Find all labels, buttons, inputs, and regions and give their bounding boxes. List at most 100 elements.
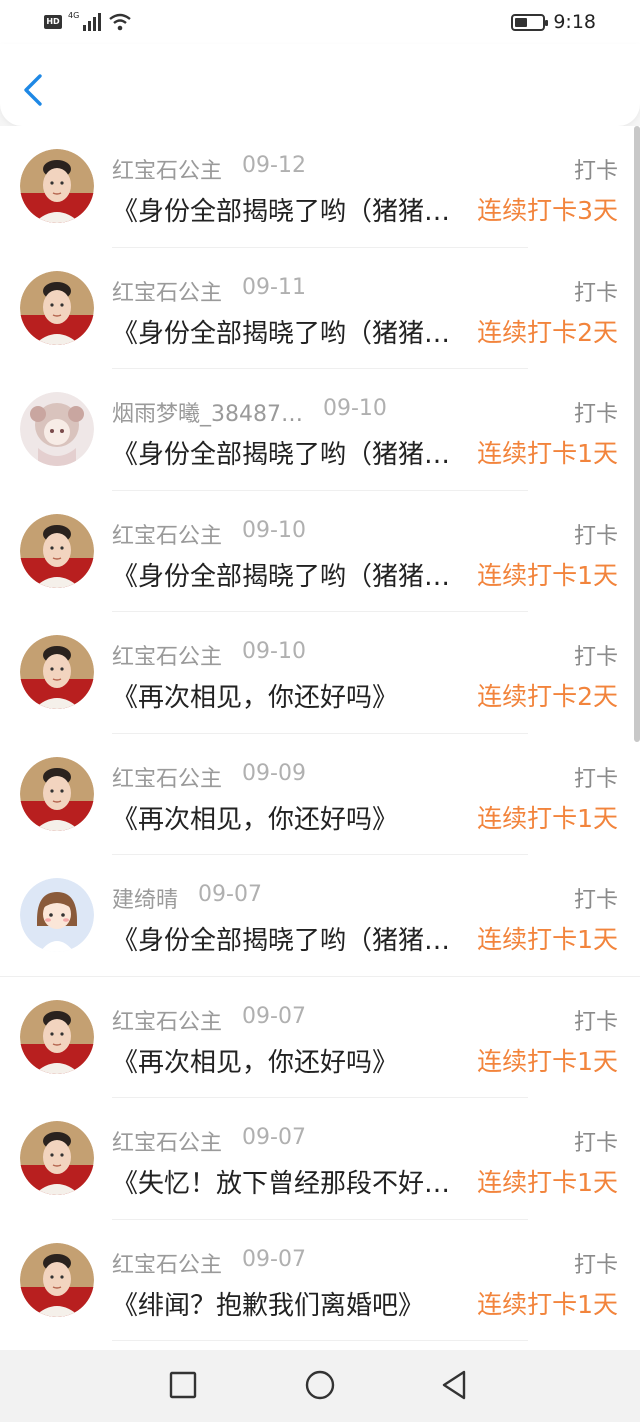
system-navigation-bar xyxy=(0,1350,640,1422)
battery-level xyxy=(515,17,527,27)
recents-button[interactable] xyxy=(166,1368,200,1402)
post-date: 09-10 xyxy=(242,517,306,543)
post-date: 09-07 xyxy=(242,1246,306,1272)
list-item[interactable]: 红宝石公主 09-07 打卡《绯闻？抱歉我们离婚吧》 连续打卡1天 xyxy=(0,1220,640,1342)
streak-label: 连续打卡1天 xyxy=(477,925,618,954)
item-meta: 红宝石公主 09-12 xyxy=(112,153,306,185)
story-title[interactable]: 《身份全部揭晓了哟（猪猪侠不是坏人）》 xyxy=(112,920,468,957)
checkin-type-label: 打卡 xyxy=(573,1131,618,1156)
item-meta: 红宝石公主 09-10 xyxy=(112,639,306,671)
hd-badge: HD xyxy=(44,15,62,29)
story-title[interactable]: 《再次相见，你还好吗》 xyxy=(112,799,468,836)
avatar-princess[interactable] xyxy=(20,756,94,831)
checkin-type-label: 打卡 xyxy=(573,159,618,184)
streak-label: 连续打卡1天 xyxy=(477,560,618,590)
avatar-princess[interactable] xyxy=(20,1242,94,1317)
story-title[interactable]: 《绯闻？抱歉我们离婚吧》 xyxy=(112,1285,468,1322)
status-bar: HD 4G 9:18 xyxy=(0,0,640,44)
checkin-type-label: 打卡 xyxy=(573,523,618,549)
avatar-cartoon-girl[interactable] xyxy=(20,878,94,952)
circle-icon xyxy=(305,1370,335,1400)
post-date: 09-07 xyxy=(242,1003,306,1029)
item-meta: 红宝石公主 09-10 xyxy=(112,518,306,550)
username[interactable]: 红宝石公主 xyxy=(112,1125,222,1157)
list-item[interactable]: 红宝石公主 09-07 打卡《失忆！放下曾经那段不好的回忆》连续打卡1天 xyxy=(0,1098,640,1220)
status-left: HD 4G xyxy=(44,11,132,33)
streak-label: 连续打卡1天 xyxy=(477,803,618,833)
username[interactable]: 红宝石公主 xyxy=(112,1247,222,1279)
post-date: 09-11 xyxy=(242,274,306,300)
status-right: 9:18 xyxy=(511,10,596,34)
network-type: 4G xyxy=(68,10,80,20)
battery-icon xyxy=(511,13,549,31)
item-meta: 建绮晴 09-07 xyxy=(112,882,262,914)
avatar-princess[interactable] xyxy=(20,513,94,588)
item-meta: 红宝石公主 09-11 xyxy=(112,275,306,307)
list-item[interactable]: 红宝石公主 09-07 打卡《再次相见，你还好吗》 连续打卡1天 xyxy=(0,977,640,1099)
story-title[interactable]: 《再次相见，你还好吗》 xyxy=(112,677,468,714)
story-title[interactable]: 《身份全部揭晓了哟（猪猪侠不是坏人）》 xyxy=(112,434,468,471)
post-date: 09-10 xyxy=(323,396,387,421)
status-time: 9:18 xyxy=(553,11,596,33)
checkin-type-label: 打卡 xyxy=(573,280,618,306)
post-date: 09-07 xyxy=(242,1125,306,1150)
avatar-princess[interactable] xyxy=(20,270,94,345)
item-meta: 烟雨梦曦_38487… 09-10 xyxy=(112,396,387,428)
checkin-type-label: 打卡 xyxy=(573,888,618,913)
checkin-type-label: 打卡 xyxy=(573,645,618,670)
checkin-type-label: 打卡 xyxy=(573,1009,618,1035)
item-meta: 红宝石公主 09-07 xyxy=(112,1004,306,1036)
avatar-princess[interactable] xyxy=(20,149,94,223)
username[interactable]: 红宝石公主 xyxy=(112,1004,222,1036)
story-title[interactable]: 《身份全部揭晓了哟（猪猪侠不是坏人）》 xyxy=(112,191,468,228)
story-title[interactable]: 《身份全部揭晓了哟（猪猪侠不是坏人）》 xyxy=(112,556,468,593)
item-meta: 红宝石公主 09-09 xyxy=(112,761,306,793)
checkin-type-label: 打卡 xyxy=(573,766,618,792)
post-date: 09-10 xyxy=(242,639,306,664)
list-item[interactable]: 红宝石公主 09-12 打卡《身份全部揭晓了哟（猪猪侠不是坏人）》连续打卡3天 xyxy=(0,126,640,248)
triangle-back-icon xyxy=(442,1370,466,1400)
item-meta: 红宝石公主 09-07 xyxy=(112,1125,306,1157)
square-icon xyxy=(169,1371,197,1399)
avatar-doll[interactable] xyxy=(20,392,94,466)
avatar-princess[interactable] xyxy=(20,635,94,709)
username[interactable]: 建绮晴 xyxy=(112,882,178,914)
avatar-princess[interactable] xyxy=(20,1121,94,1195)
avatar-princess[interactable] xyxy=(20,999,94,1074)
streak-label: 连续打卡1天 xyxy=(477,1289,618,1319)
streak-label: 连续打卡1天 xyxy=(477,1046,618,1076)
streak-label: 连续打卡3天 xyxy=(477,196,618,225)
list-item[interactable]: 红宝石公主 09-10 打卡《再次相见，你还好吗》 连续打卡2天 xyxy=(0,612,640,734)
story-title[interactable]: 《身份全部揭晓了哟（猪猪侠不是坏人）》 xyxy=(112,313,468,350)
username[interactable]: 红宝石公主 xyxy=(112,153,222,185)
username[interactable]: 红宝石公主 xyxy=(112,639,222,671)
username[interactable]: 烟雨梦曦_38487… xyxy=(112,396,303,428)
list-item[interactable]: 红宝石公主 09-11 打卡《身份全部揭晓了哟（猪猪侠不是坏人）》连续打卡2天 xyxy=(0,248,640,370)
username[interactable]: 红宝石公主 xyxy=(112,518,222,550)
username[interactable]: 红宝石公主 xyxy=(112,761,222,793)
story-title[interactable]: 《再次相见，你还好吗》 xyxy=(112,1042,468,1079)
checkin-type-label: 打卡 xyxy=(573,1252,618,1278)
item-meta: 红宝石公主 09-07 xyxy=(112,1247,306,1279)
username[interactable]: 红宝石公主 xyxy=(112,275,222,307)
back-button[interactable] xyxy=(18,70,48,110)
checkin-type-label: 打卡 xyxy=(573,402,618,427)
list-item[interactable]: 红宝石公主 09-10 打卡《身份全部揭晓了哟（猪猪侠不是坏人）》连续打卡1天 xyxy=(0,491,640,613)
post-date: 09-12 xyxy=(242,153,306,178)
streak-label: 连续打卡1天 xyxy=(477,1168,618,1197)
post-date: 09-09 xyxy=(242,760,306,786)
post-date: 09-07 xyxy=(198,882,262,907)
checkin-list[interactable]: 红宝石公主09-12打卡《身份全部揭晓了哟（猪猪侠不是坏人）》连续打卡3天红宝石… xyxy=(0,126,640,1350)
scrollbar[interactable] xyxy=(634,126,640,742)
back-nav-button[interactable] xyxy=(438,1368,472,1402)
streak-label: 连续打卡1天 xyxy=(477,439,618,468)
signal-icon xyxy=(83,13,102,31)
streak-label: 连续打卡2天 xyxy=(477,682,618,711)
list-item[interactable]: 建绮晴 09-07 打卡《身份全部揭晓了哟（猪猪侠不是坏人）》连续打卡1天 xyxy=(0,855,640,977)
wifi-icon xyxy=(109,13,132,31)
list-item[interactable]: 红宝石公主 09-09 打卡《再次相见，你还好吗》 连续打卡1天 xyxy=(0,734,640,856)
story-title[interactable]: 《失忆！放下曾经那段不好的回忆》 xyxy=(112,1163,468,1200)
home-button[interactable] xyxy=(303,1368,337,1402)
top-nav-bar xyxy=(0,44,640,126)
list-item[interactable]: 烟雨梦曦_38487… 09-10 打卡《身份全部揭晓了哟（猪猪侠不是坏人）》连续打… xyxy=(0,369,640,491)
